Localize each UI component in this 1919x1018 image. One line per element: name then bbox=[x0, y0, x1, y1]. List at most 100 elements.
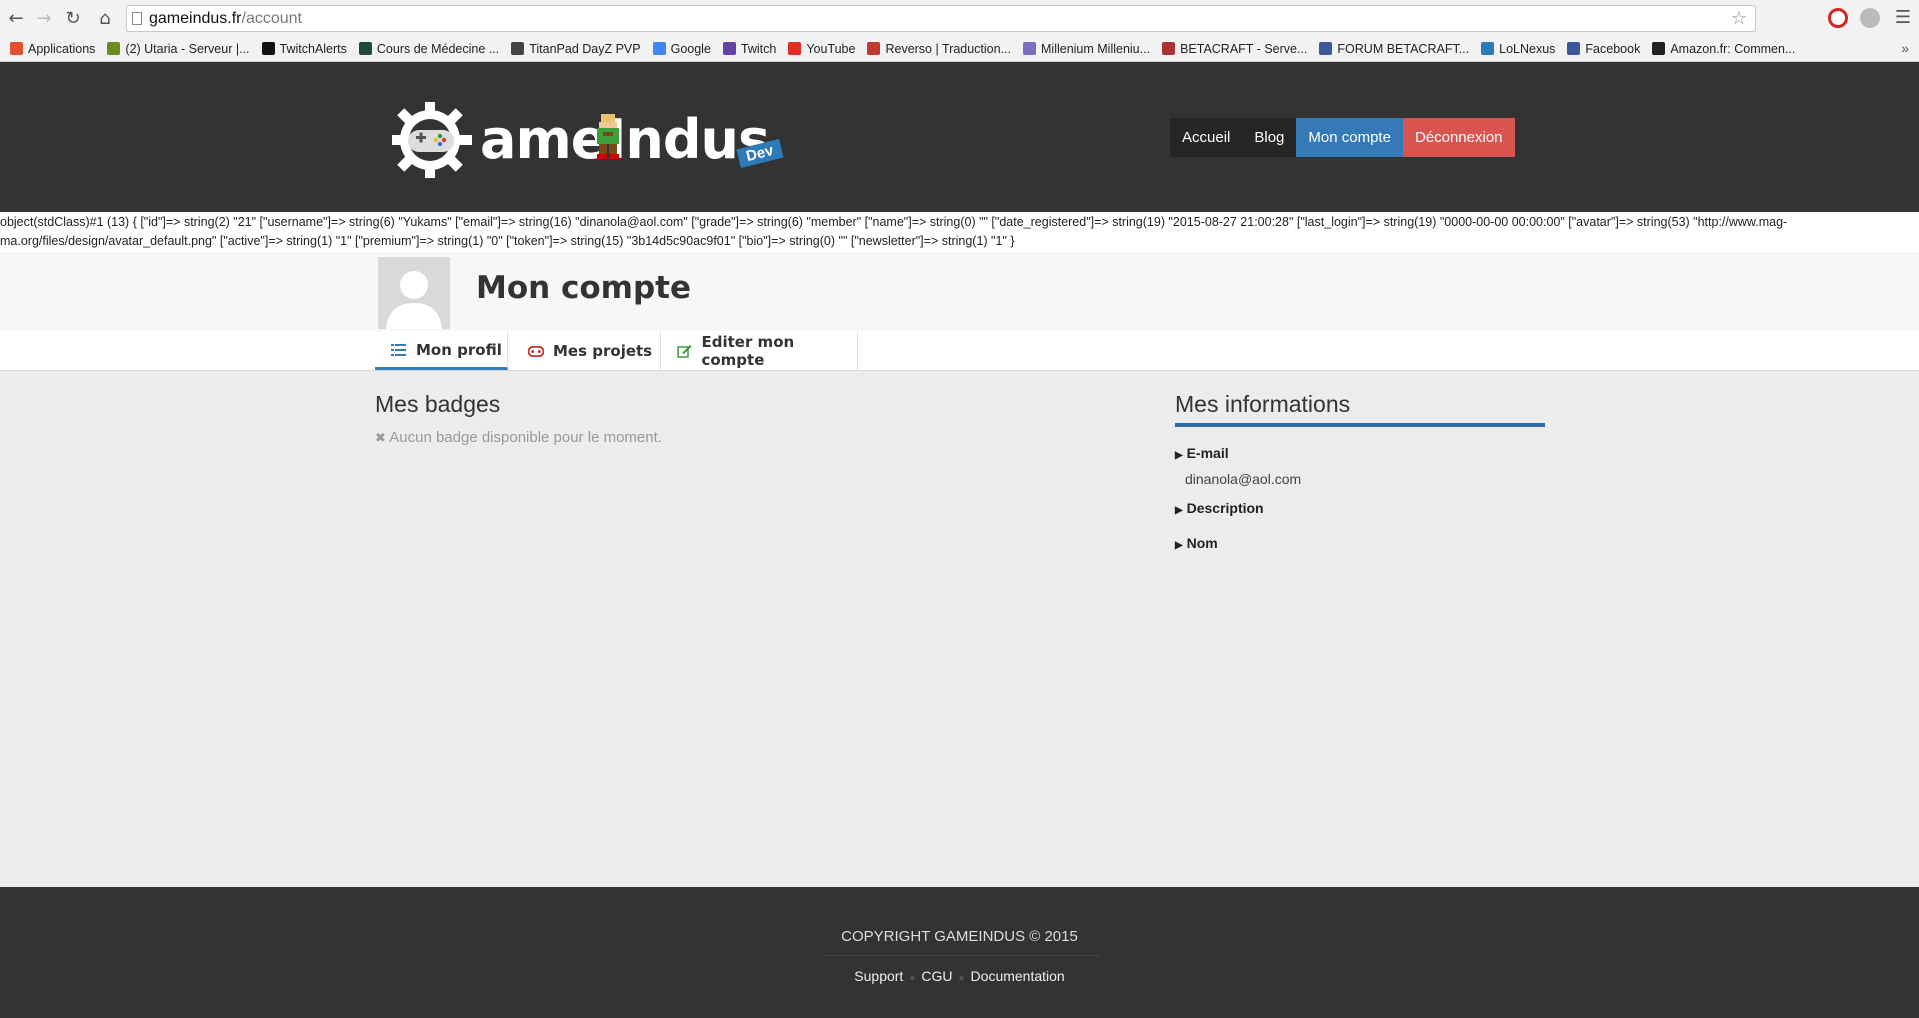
bookmark-item[interactable]: BETACRAFT - Serve... bbox=[1162, 42, 1307, 56]
info-title: Mes informations bbox=[1175, 391, 1351, 417]
facebook-icon bbox=[1567, 42, 1581, 55]
home-icon[interactable]: ⌂ bbox=[93, 6, 117, 30]
info-divider bbox=[1175, 423, 1545, 427]
badges-title: Mes badges bbox=[375, 391, 501, 417]
avatar bbox=[378, 257, 450, 329]
footer-separator: ● bbox=[909, 973, 916, 984]
email-value: dinanola@aol.com bbox=[1185, 471, 1302, 487]
email-label: E-mail bbox=[1186, 445, 1229, 461]
debug-dump-text: object(stdClass)#1 (13) { ["id"]=> strin… bbox=[0, 212, 1919, 252]
site-footer bbox=[0, 887, 1919, 1018]
reverso-icon bbox=[867, 42, 881, 55]
footer-separator: ● bbox=[958, 973, 965, 984]
reload-icon[interactable]: ↻ bbox=[61, 6, 85, 30]
close-icon: ✖ bbox=[375, 431, 386, 446]
footer-divider bbox=[822, 955, 1100, 956]
bookmark-label: Amazon.fr: Commen... bbox=[1670, 41, 1796, 56]
tab-mes-projets[interactable]: Mes projets bbox=[512, 332, 661, 370]
caret-right-icon: ▶ bbox=[1175, 450, 1183, 461]
name-label: Nom bbox=[1186, 535, 1218, 551]
footer-link-cgu[interactable]: CGU bbox=[921, 968, 952, 984]
bookmark-item[interactable]: TitanPad DayZ PVP bbox=[511, 41, 641, 56]
caret-right-icon: ▶ bbox=[1175, 505, 1183, 516]
browser-toolbar: ← → ↻ ⌂ gameindus.fr/account ☆ ☰ bbox=[0, 0, 1919, 36]
bookmark-label: YouTube bbox=[806, 41, 856, 56]
nav-d-connexion[interactable]: Déconnexion bbox=[1402, 118, 1515, 157]
nav-mon-compte[interactable]: Mon compte bbox=[1296, 118, 1403, 157]
forum-betacraft-icon bbox=[1319, 42, 1333, 55]
bookmark-item[interactable]: Cours de Médecine ... bbox=[358, 41, 500, 56]
badges-empty-message: ✖ Aucun badge disponible pour le moment. bbox=[375, 429, 662, 446]
forward-icon[interactable]: → bbox=[32, 6, 56, 30]
edit-icon bbox=[677, 344, 692, 358]
bookmark-label: Cours de Médecine ... bbox=[376, 41, 500, 56]
bookmark-label: BETACRAFT - Serve... bbox=[1180, 41, 1308, 56]
description-label: Description bbox=[1186, 500, 1264, 516]
bookmark-item[interactable]: Google bbox=[652, 41, 711, 56]
footer-links: Support ● CGU ● Documentation bbox=[0, 968, 1919, 984]
bookmark-item[interactable]: Facebook bbox=[1567, 42, 1640, 56]
pixel-character-icon bbox=[597, 114, 619, 159]
betacraft-icon bbox=[1162, 42, 1176, 55]
footer-copyright: COPYRIGHT GAMEINDUS © 2015 bbox=[841, 928, 1078, 945]
bookmark-item[interactable]: YouTube bbox=[788, 42, 855, 56]
bookmark-label: Facebook bbox=[1585, 41, 1641, 56]
bookmark-item[interactable]: LoLNexus bbox=[1481, 42, 1555, 56]
tab-mon-profil[interactable]: Mon profil bbox=[375, 332, 508, 370]
page-icon bbox=[132, 12, 142, 25]
bookmark-item[interactable]: Reverso | Traduction... bbox=[867, 42, 1011, 56]
bookmark-item[interactable]: FORUM BETACRAFT... bbox=[1319, 42, 1469, 56]
google-icon bbox=[652, 42, 666, 55]
bookmarks-bar: Applications (2) Utaria - Serveur |... Twi… bbox=[0, 36, 1919, 62]
bookmark-item[interactable]: Amazon.fr: Commen... bbox=[1652, 42, 1795, 56]
nav-accueil[interactable]: Accueil bbox=[1170, 118, 1243, 157]
default-avatar-icon bbox=[386, 271, 442, 329]
bookmark-item[interactable]: Applications bbox=[10, 42, 95, 56]
profile-header bbox=[0, 252, 1919, 332]
footer-link-documentation[interactable]: Documentation bbox=[971, 968, 1065, 984]
twitch-icon bbox=[722, 42, 736, 55]
titanpad-icon bbox=[511, 42, 525, 55]
adblock-extension-icon[interactable] bbox=[1828, 8, 1848, 28]
url-host: gameindus.fr bbox=[149, 10, 242, 27]
apps-grid-icon bbox=[10, 42, 23, 55]
bookmark-item[interactable]: Twitch bbox=[722, 42, 776, 56]
logo-text: ameIndus bbox=[480, 108, 770, 171]
address-bar[interactable]: gameindus.fr/account ☆ bbox=[126, 5, 1756, 32]
bookmark-label: (2) Utaria - Serveur |... bbox=[125, 41, 250, 56]
gamepad-icon bbox=[528, 345, 544, 357]
badges-empty-text: Aucun badge disponible pour le moment. bbox=[389, 429, 662, 446]
description-toggle[interactable]: ▶ Description bbox=[1175, 500, 1264, 516]
bookmark-label: LoLNexus bbox=[1499, 41, 1556, 56]
bookmarks-more-icon[interactable]: » bbox=[1901, 40, 1909, 56]
name-toggle[interactable]: ▶ Nom bbox=[1175, 535, 1218, 551]
bookmark-star-icon[interactable]: ☆ bbox=[1731, 6, 1747, 31]
site-logo[interactable]: ameIndus Dev bbox=[388, 100, 788, 180]
bookmark-label: TitanPad DayZ PVP bbox=[529, 41, 641, 56]
tab-label: Mes projets bbox=[553, 342, 653, 360]
bookmark-item[interactable]: (2) Utaria - Serveur |... bbox=[107, 41, 250, 56]
millenium-icon bbox=[1023, 42, 1036, 55]
main-nav: Accueil Blog Mon compte Déconnexion bbox=[1170, 118, 1515, 157]
medecine-icon bbox=[358, 42, 372, 55]
email-toggle[interactable]: ▶ E-mail bbox=[1175, 445, 1229, 461]
page-title: Mon compte bbox=[476, 270, 692, 306]
tab-label: Editer mon compte bbox=[701, 333, 795, 369]
gear-gamepad-icon bbox=[392, 102, 472, 178]
amazon-icon bbox=[1652, 42, 1666, 55]
lolnexus-icon bbox=[1481, 42, 1495, 55]
tab-editer-mon-compte[interactable]: Editer mon compte bbox=[661, 332, 858, 370]
tab-label: Mon profil bbox=[416, 340, 502, 359]
nav-blog[interactable]: Blog bbox=[1242, 118, 1297, 157]
bookmark-label: Google bbox=[670, 41, 711, 56]
footer-link-support[interactable]: Support bbox=[854, 968, 903, 984]
bookmark-label: TwitchAlerts bbox=[279, 41, 347, 56]
bookmark-item[interactable]: TwitchAlerts bbox=[261, 41, 347, 56]
browser-menu-icon[interactable]: ☰ bbox=[1895, 7, 1911, 28]
caret-right-icon: ▶ bbox=[1175, 540, 1183, 551]
bookmark-item[interactable]: Millenium Milleniu... bbox=[1023, 42, 1150, 56]
back-icon[interactable]: ← bbox=[4, 6, 28, 30]
extension-icon[interactable] bbox=[1860, 8, 1880, 28]
bookmark-label: FORUM BETACRAFT... bbox=[1337, 41, 1470, 56]
list-icon bbox=[391, 343, 407, 356]
